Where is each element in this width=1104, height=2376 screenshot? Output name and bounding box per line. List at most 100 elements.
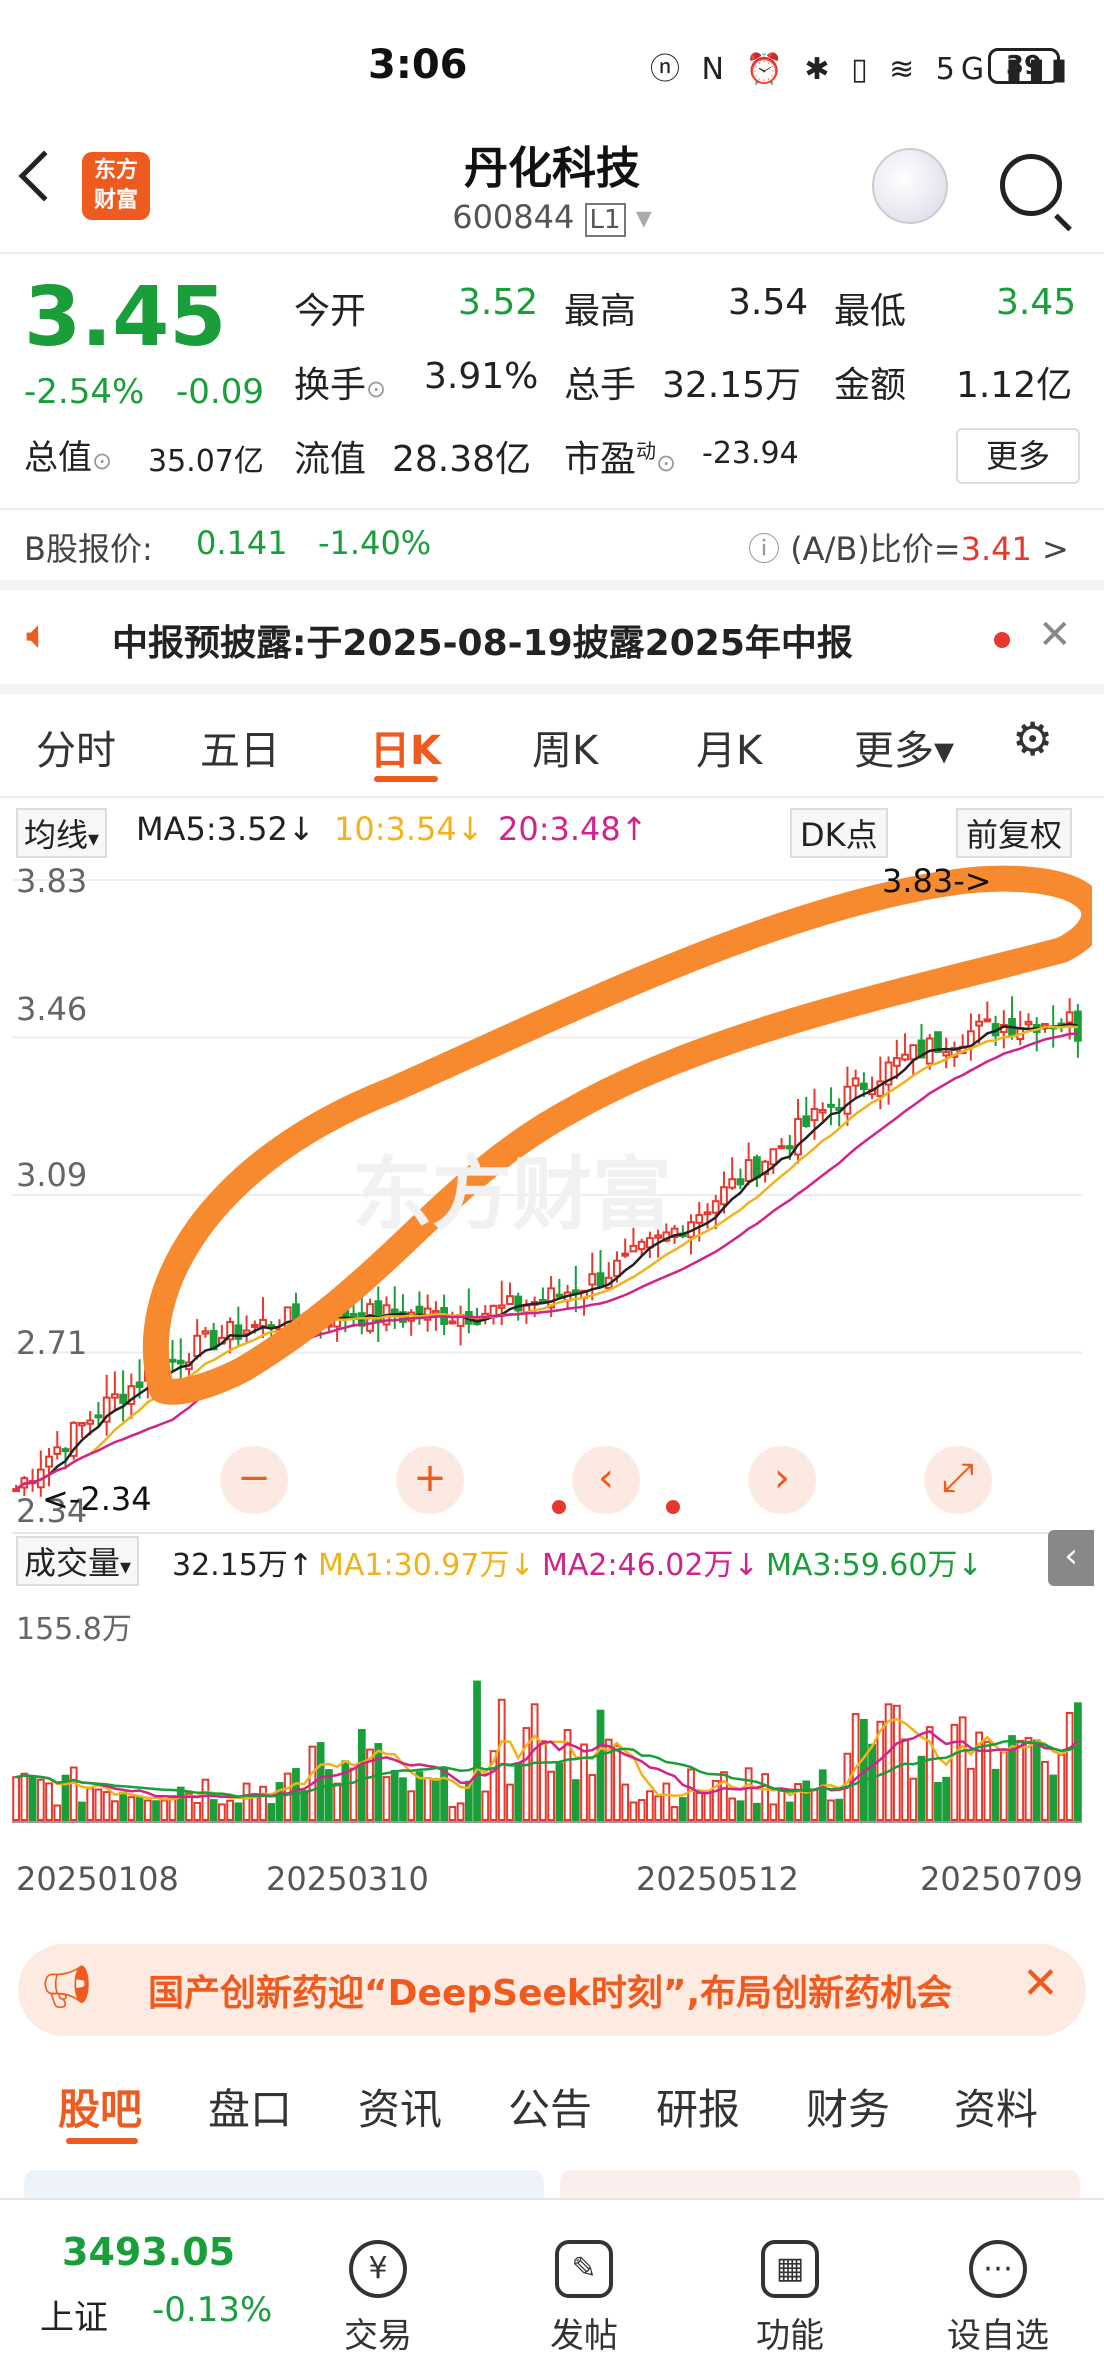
candle [975,1020,983,1027]
ma20-label: 20:3.48↑ [498,810,648,848]
close-notice-icon[interactable]: ✕ [1038,612,1072,658]
assistant-robot-icon[interactable] [872,148,948,224]
ma-selector[interactable]: 均线▾ [16,808,108,858]
tab-intraday[interactable]: 分时 [36,718,116,776]
candle [135,1381,144,1389]
event-dot [666,1500,680,1514]
close-banner-icon[interactable]: ✕ [1022,1958,1059,2009]
pe-label-text: 市盈 [564,439,637,480]
pe-label[interactable]: 市盈动⊙ [564,430,676,482]
tab-profile[interactable]: 资料 [954,2076,1038,2137]
adjust-button[interactable]: 前复权 [956,808,1073,858]
candle [703,1211,712,1216]
volume-bar [621,1783,630,1822]
tab-weekly-k[interactable]: 周K [532,718,598,776]
grid-icon: ▦ [761,2240,819,2298]
tab-guba[interactable]: 股吧 [58,2076,142,2137]
open-value: 3.52 [458,282,539,323]
divider [0,508,1104,510]
candle [201,1330,210,1335]
divider [0,580,1104,590]
candle [695,1214,704,1224]
candle [901,1053,909,1061]
collapse-panel-button[interactable]: ‹ [1048,1530,1094,1586]
volume-bar [744,1767,753,1822]
settings-gear-icon[interactable]: ⚙ [1012,712,1053,766]
volume-bar [218,1803,226,1822]
tab-research[interactable]: 研报 [656,2076,740,2137]
tab-more[interactable]: 更多▾ [854,718,954,776]
index-pct: -0.13% [152,2290,273,2330]
candle [736,1178,745,1186]
volume-bar [69,1766,78,1821]
candle [259,1318,267,1328]
tab-finance[interactable]: 财务 [806,2076,890,2137]
change-pct: -2.54% [24,372,145,412]
dk-button[interactable]: DK点 [790,808,888,858]
volume-bar [1065,1711,1074,1821]
volume-bar [160,1799,169,1821]
low-value: 3.45 [996,282,1077,323]
volume-bar [267,1803,276,1822]
volume-bar [94,1788,103,1822]
bshare-pct: -1.40% [318,524,432,562]
tab-pankou[interactable]: 盘口 [208,2076,292,2137]
index-value[interactable]: 3493.05 [62,2230,235,2274]
nav-post-label: 发帖 [550,2316,618,2356]
stock-code-text: 600844 [452,198,575,236]
notice-text[interactable]: 中报预披露:于2025-08-19披露2025年中报 [112,614,853,666]
search-icon[interactable] [1000,154,1062,216]
more-button[interactable]: 更多 [956,428,1080,484]
volume-bar [374,1743,383,1821]
candle [851,1077,860,1087]
info-icon: ⊙ [92,447,113,475]
nav-watchlist[interactable]: ⋯ 设自选 [938,2240,1058,2357]
ab-ratio[interactable]: ⓘ (A/B)比价=3.41 > [748,524,1069,570]
tab-5day[interactable]: 五日 [200,718,280,776]
candle [942,1051,951,1057]
candle [506,1295,514,1306]
status-time: 3:06 [368,42,468,88]
volume-bar [827,1799,835,1821]
candle [711,1200,720,1214]
tab-monthly-k[interactable]: 月K [696,718,762,776]
volume-bar [703,1790,712,1821]
volume-bar [892,1704,901,1822]
tab-announcements[interactable]: 公告 [508,2076,592,2137]
zoom-out-button[interactable]: − [220,1446,288,1514]
scroll-right-button[interactable]: › [748,1446,816,1514]
volume-bar [818,1769,827,1821]
scroll-left-button[interactable]: ‹ [572,1446,640,1514]
ma5-label: MA5:3.52↓ [136,810,315,848]
mktcap-label[interactable]: 总值⊙ [24,430,112,479]
active-tab-indicator [374,776,438,782]
nav-post[interactable]: ✎ 发帖 [524,2240,644,2357]
volume-bar [983,1740,992,1822]
tab-news[interactable]: 资讯 [358,2076,442,2137]
volume-bar [440,1767,448,1821]
fullscreen-icon[interactable]: ⤢ [924,1446,992,1514]
nav-trade[interactable]: ¥ 交易 [318,2240,438,2357]
promo-banner[interactable]: 📢︎ 国产创新药迎“DeepSeek时刻”,布局创新药机会 ✕ [18,1944,1086,2036]
more-dots-icon: ⋯ [969,2240,1027,2298]
volume-value: 32.15万↑ [172,1548,314,1583]
volume-bar [753,1802,761,1822]
volume-bar [917,1755,926,1822]
content-tabs: 股吧 盘口 资讯 公告 研报 财务 资料 [0,2066,1104,2158]
turnover-label[interactable]: 换手⊙ [294,356,386,408]
volume-selector[interactable]: 成交量▾ [16,1536,140,1586]
ab-ratio-value: 3.41 [960,530,1032,568]
tab-daily-k[interactable]: 日K [370,718,441,776]
zoom-in-button[interactable]: + [396,1446,464,1514]
nav-functions[interactable]: ▦ 功能 [730,2240,850,2357]
volume-bar [283,1772,292,1822]
volume-bar [176,1786,185,1821]
volume-bar [28,1776,37,1821]
volume-bar [1032,1739,1041,1822]
volume-bar [785,1801,794,1822]
bshare-label: B股报价: [24,530,153,568]
candle [448,1320,457,1325]
kline-chart[interactable]: 均线▾ MA5:3.52↓ 10:3.54↓ 20:3.48↑ DK点 前复权 … [12,800,1094,1922]
candle [629,1244,638,1253]
volume-bar [1016,1739,1025,1821]
